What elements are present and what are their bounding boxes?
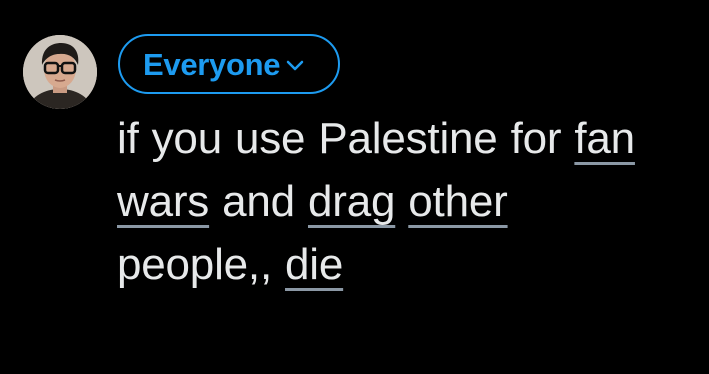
spellcheck-word[interactable]: die [285, 240, 343, 289]
plain-text: people,, [117, 240, 272, 289]
text-line-1: if you use Palestine for fan [117, 107, 697, 170]
spellcheck-word[interactable]: fan [574, 114, 635, 163]
plain-text: and [222, 177, 295, 226]
spellcheck-word[interactable]: drag [308, 177, 395, 226]
audience-selector-button[interactable]: Everyone [118, 34, 340, 94]
audience-label: Everyone [143, 46, 281, 82]
chevron-down-icon [286, 60, 304, 72]
avatar-image [23, 35, 97, 109]
compose-text-area[interactable]: if you use Palestine for fan wars and dr… [117, 107, 697, 296]
spellcheck-word[interactable]: wars [117, 177, 209, 226]
plain-text: if you use Palestine for [117, 114, 562, 163]
text-line-3: people,, die [117, 233, 697, 296]
text-line-2: wars and drag other [117, 170, 697, 233]
spellcheck-word[interactable]: other [408, 177, 507, 226]
avatar[interactable] [23, 35, 97, 109]
